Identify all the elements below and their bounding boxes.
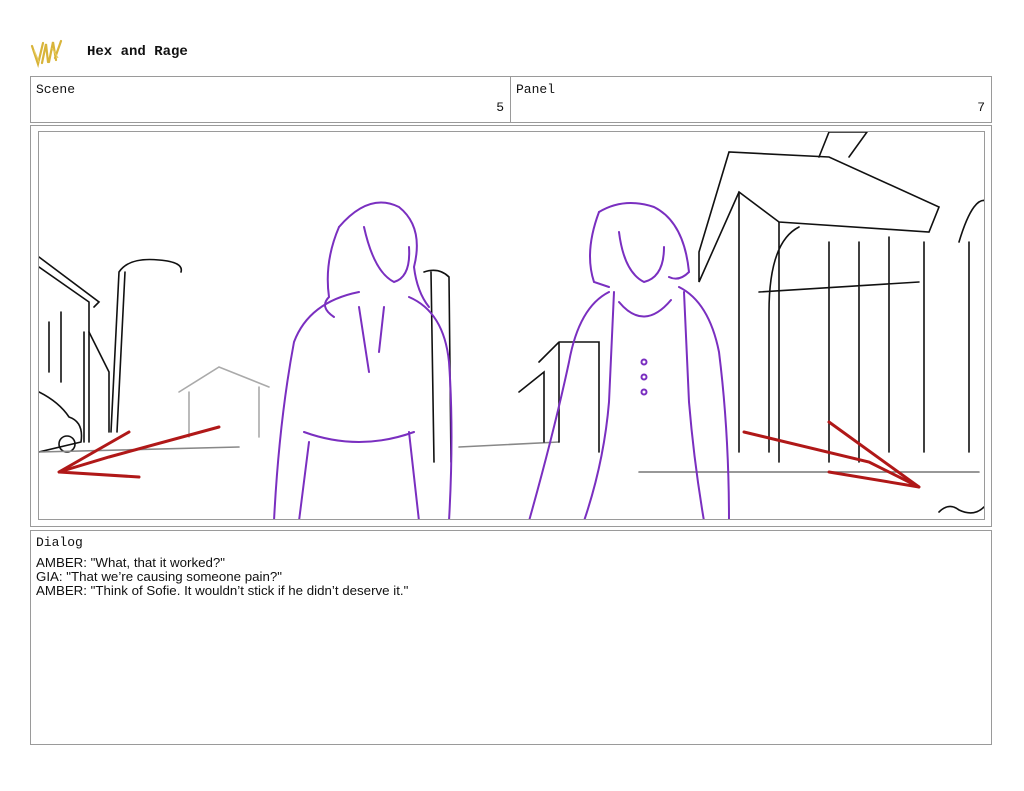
dialog-line: AMBER: "Think of Sofie. It wouldn’t stic… <box>36 583 409 598</box>
storyboard-image <box>38 131 985 520</box>
panel-field: Panel 7 <box>510 76 992 123</box>
panel-number: 7 <box>977 100 985 115</box>
storyboard-sketch-image <box>39 132 984 519</box>
dialog-label: Dialog <box>36 535 83 550</box>
panel-label: Panel <box>516 82 556 97</box>
storyboard-frame <box>30 125 992 527</box>
document-title: Hex and Rage <box>87 44 188 60</box>
scene-number: 5 <box>496 100 504 115</box>
scene-field: Scene 5 <box>30 76 511 123</box>
signature-logo-icon <box>30 39 63 68</box>
dialog-lines: AMBER: "What, that it worked?" GIA: "Tha… <box>36 556 408 598</box>
dialog-line: AMBER: "What, that it worked?" <box>36 555 226 570</box>
dialog-line: GIA: "That we’re causing someone pain?" <box>36 569 282 584</box>
dialog-box: Dialog AMBER: "What, that it worked?" GI… <box>30 530 992 745</box>
scene-label: Scene <box>36 82 76 97</box>
